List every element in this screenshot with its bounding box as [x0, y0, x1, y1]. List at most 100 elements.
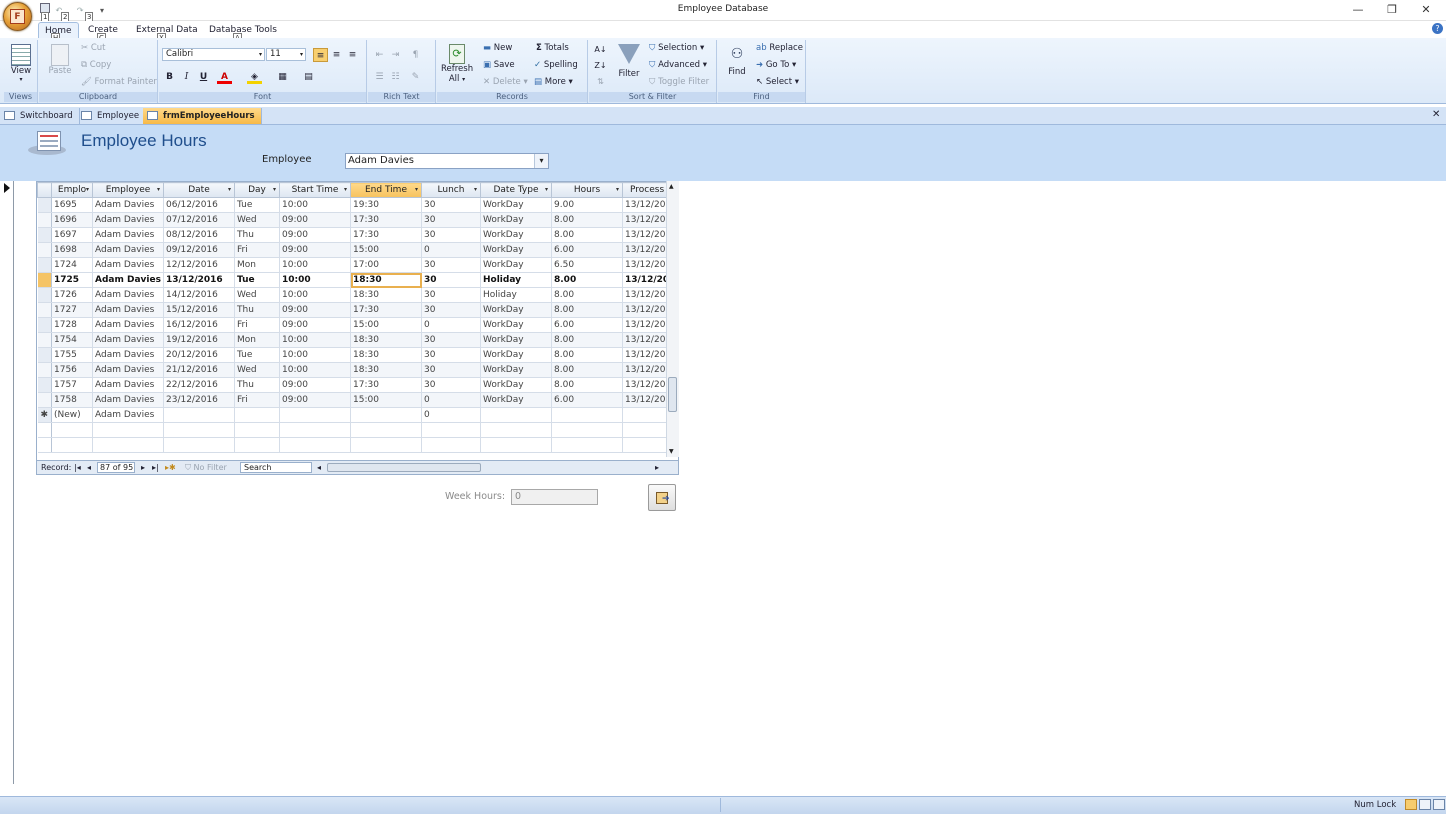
table-cell[interactable]: 30 — [421, 302, 481, 318]
column-header[interactable]: Start Time ▾ — [279, 182, 351, 198]
table-cell[interactable]: 13/12/20 — [622, 302, 673, 318]
table-cell[interactable]: 18:30 — [350, 347, 422, 363]
view-button[interactable]: View ▾ — [8, 44, 34, 83]
filter-button[interactable]: Filter — [615, 44, 643, 79]
table-cell[interactable]: WorkDay — [480, 197, 552, 213]
table-cell[interactable]: 1695 — [51, 197, 93, 213]
table-cell[interactable]: 1726 — [51, 287, 93, 303]
replace-button[interactable]: ab Replace — [756, 43, 803, 53]
table-cell[interactable]: 15:00 — [350, 242, 422, 258]
table-cell[interactable]: 17:30 — [350, 212, 422, 228]
table-cell[interactable]: (New) — [51, 407, 93, 423]
table-row[interactable]: 1724 Adam Davies 12/12/2016 Mon 10:00 17:00 30… — [37, 257, 673, 273]
datasheet[interactable]: Emplo ▾ Employee ▾ Date ▾ Day ▾ Start Time ▾ End T… — [36, 181, 679, 475]
table-cell[interactable]: 30 — [421, 227, 481, 243]
copy-button[interactable]: ⧉ Copy — [81, 60, 111, 70]
table-cell[interactable]: Tue — [234, 197, 280, 213]
table-cell[interactable]: 1727 — [51, 302, 93, 318]
table-cell[interactable]: 13/12/20 — [622, 197, 673, 213]
table-row[interactable]: 1727 Adam Davies 15/12/2016 Thu 09:00 17:30 30… — [37, 302, 673, 318]
table-cell[interactable]: WorkDay — [480, 227, 552, 243]
table-cell[interactable]: Holiday — [480, 272, 552, 288]
table-cell[interactable]: 09:00 — [279, 377, 351, 393]
table-cell[interactable]: 30 — [421, 197, 481, 213]
clear-sort-icon[interactable]: ⇅ — [593, 75, 608, 89]
table-cell[interactable]: Adam Davies — [92, 257, 164, 273]
align-right-button[interactable]: ≡ — [345, 48, 360, 62]
align-center-button[interactable]: ≡ — [329, 48, 344, 62]
table-cell[interactable]: 09:00 — [279, 302, 351, 318]
scroll-left-icon[interactable]: ◂ — [317, 462, 321, 474]
table-cell[interactable]: 6.00 — [551, 392, 623, 408]
table-row[interactable]: 1697 Adam Davies 08/12/2016 Thu 09:00 17:30 30… — [37, 227, 673, 243]
table-cell[interactable]: Adam Davies — [92, 227, 164, 243]
scroll-right-icon[interactable]: ▸ — [655, 462, 659, 474]
table-cell[interactable] — [480, 407, 552, 423]
table-cell[interactable]: 18:30 — [350, 272, 422, 288]
table-cell[interactable]: 09:00 — [279, 227, 351, 243]
form-view-icon[interactable] — [1405, 799, 1417, 810]
table-cell[interactable] — [234, 407, 280, 423]
table-cell[interactable]: Adam Davies — [92, 317, 164, 333]
gridlines-icon[interactable]: ▦ — [275, 70, 290, 84]
table-cell[interactable]: 06/12/2016 — [163, 197, 235, 213]
table-cell[interactable]: 0 — [421, 392, 481, 408]
table-row[interactable]: 1728 Adam Davies 16/12/2016 Fri 09:00 15:00 0 W… — [37, 317, 673, 333]
table-cell[interactable]: 1754 — [51, 332, 93, 348]
table-cell[interactable]: 10:00 — [279, 287, 351, 303]
save-record-button[interactable]: ▣ Save — [483, 60, 515, 70]
selection-button[interactable]: ⛉ Selection ▾ — [649, 43, 704, 53]
column-dropdown-icon[interactable]: ▾ — [344, 186, 347, 193]
table-cell[interactable]: 8.00 — [551, 302, 623, 318]
table-cell[interactable]: 09:00 — [279, 392, 351, 408]
table-row[interactable]: 1696 Adam Davies 07/12/2016 Wed 09:00 17:30 30… — [37, 212, 673, 228]
table-cell[interactable]: 8.00 — [551, 287, 623, 303]
table-cell[interactable]: 1728 — [51, 317, 93, 333]
column-header[interactable]: End Time ▾ — [350, 182, 422, 198]
table-cell[interactable]: 0 — [421, 242, 481, 258]
new-record-row[interactable]: ✱ (New) Adam Davies 0 — [37, 407, 673, 423]
row-selector[interactable] — [37, 197, 52, 213]
week-hours-field[interactable]: 0 — [511, 489, 598, 505]
datasheet-view-icon[interactable] — [1419, 799, 1431, 810]
search-input[interactable]: Search — [240, 462, 312, 473]
table-cell[interactable]: 1697 — [51, 227, 93, 243]
table-cell[interactable]: WorkDay — [480, 392, 552, 408]
table-cell[interactable]: 18:30 — [350, 287, 422, 303]
table-row[interactable]: 1726 Adam Davies 14/12/2016 Wed 10:00 18:30 30… — [37, 287, 673, 303]
doc-tab-employee[interactable]: Employee — [77, 108, 147, 124]
paste-button[interactable]: Paste — [45, 44, 75, 76]
table-cell[interactable]: 13/12/20 — [622, 212, 673, 228]
table-cell[interactable]: Holiday — [480, 287, 552, 303]
vertical-scroll-thumb[interactable] — [668, 377, 677, 412]
refresh-all-button[interactable]: ⟳ Refresh All ▾ — [441, 44, 473, 84]
table-cell[interactable]: 17:00 — [350, 257, 422, 273]
table-cell[interactable]: 13/12/20 — [622, 257, 673, 273]
bullets-icon[interactable]: ☰ — [372, 70, 387, 84]
table-cell[interactable]: Adam Davies — [92, 272, 164, 288]
table-cell[interactable]: 1758 — [51, 392, 93, 408]
row-selector[interactable] — [37, 347, 52, 363]
select-button[interactable]: ↖ Select ▾ — [756, 77, 799, 87]
table-cell[interactable]: 6.00 — [551, 242, 623, 258]
table-cell[interactable]: Adam Davies — [92, 347, 164, 363]
table-cell[interactable]: 8.00 — [551, 377, 623, 393]
tab-external-data[interactable]: External Data — [130, 22, 204, 38]
table-cell[interactable]: 16/12/2016 — [163, 317, 235, 333]
align-left-button[interactable]: ≡ — [313, 48, 328, 62]
new-record-icon[interactable]: ▸✱ — [165, 462, 176, 474]
table-cell[interactable]: 21/12/2016 — [163, 362, 235, 378]
goto-button[interactable]: ➜ Go To ▾ — [756, 60, 796, 70]
table-cell[interactable]: 30 — [421, 257, 481, 273]
column-dropdown-icon[interactable]: ▾ — [86, 186, 89, 193]
table-cell[interactable]: WorkDay — [480, 257, 552, 273]
table-cell[interactable]: 10:00 — [279, 257, 351, 273]
table-cell[interactable]: 30 — [421, 287, 481, 303]
table-cell[interactable]: WorkDay — [480, 317, 552, 333]
table-cell[interactable]: 14/12/2016 — [163, 287, 235, 303]
table-cell[interactable]: 1757 — [51, 377, 93, 393]
table-cell[interactable]: Wed — [234, 287, 280, 303]
table-cell[interactable]: Mon — [234, 332, 280, 348]
table-row[interactable]: 1695 Adam Davies 06/12/2016 Tue 10:00 19:30 30… — [37, 197, 673, 213]
current-record-field[interactable]: 87 of 95 — [97, 462, 135, 473]
